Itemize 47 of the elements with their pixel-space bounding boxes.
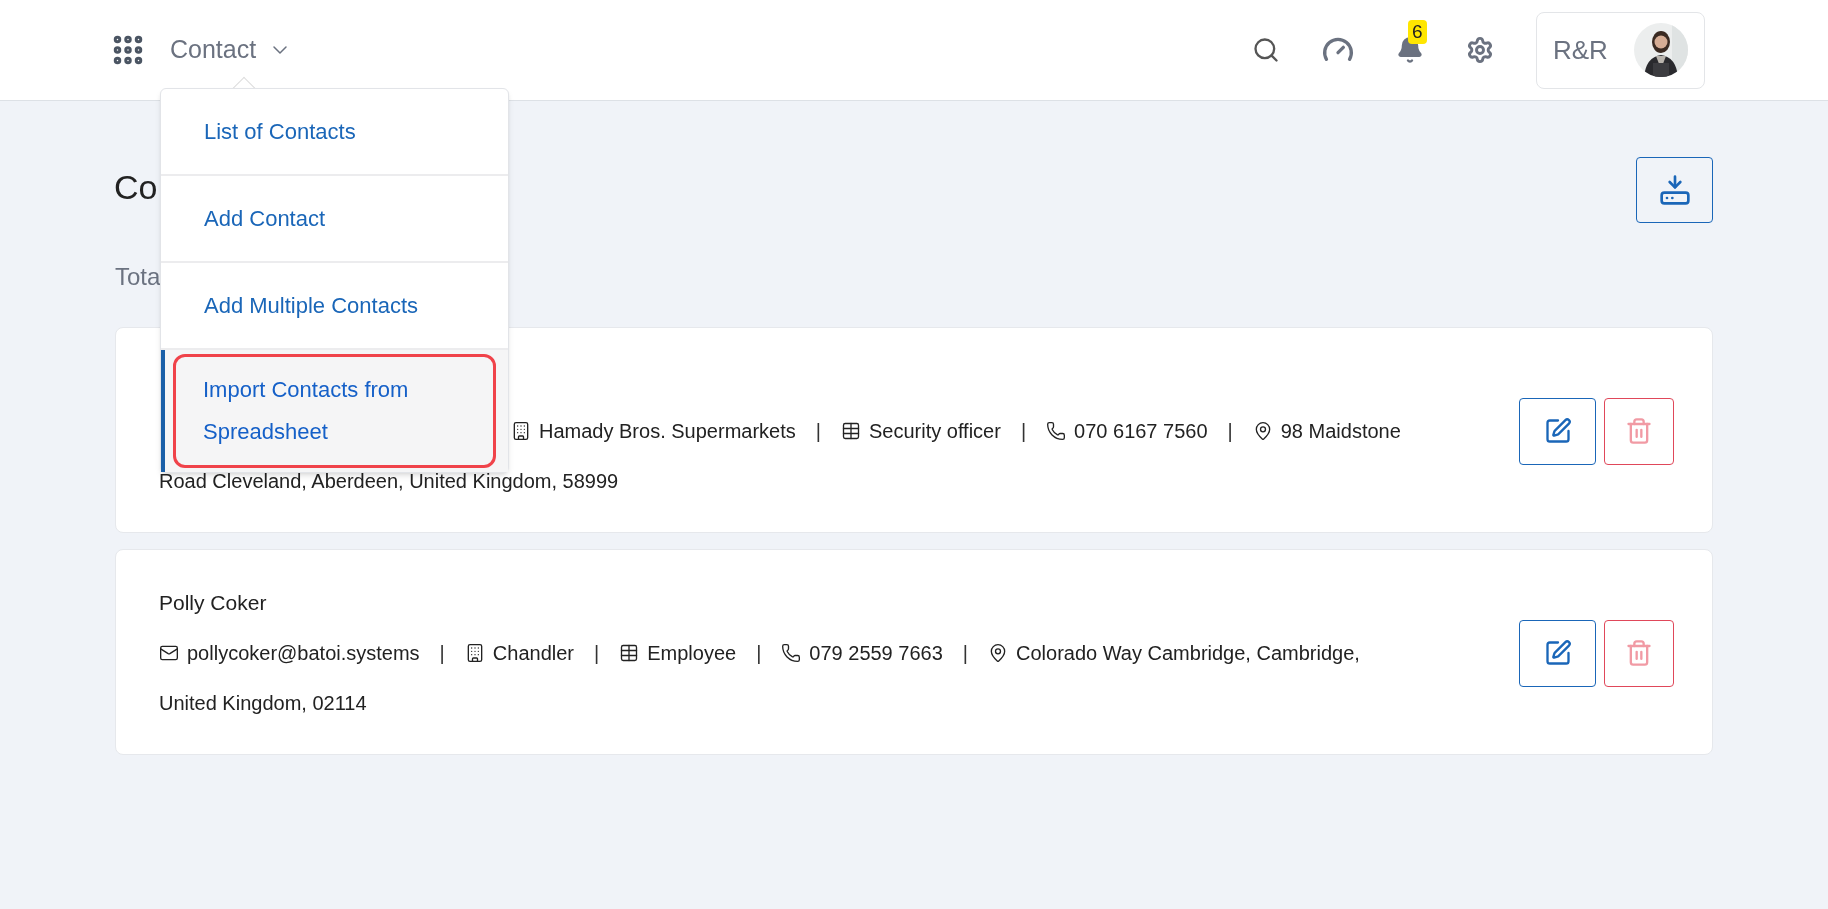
table-icon bbox=[619, 643, 640, 663]
contact-job: Security officer bbox=[868, 419, 1001, 444]
download-button[interactable] bbox=[1636, 157, 1713, 223]
separator: | bbox=[439, 641, 445, 666]
module-dropdown[interactable]: Contact bbox=[170, 31, 293, 69]
phone-icon bbox=[1046, 421, 1067, 441]
contact-phone: 070 6167 7560 bbox=[1074, 419, 1208, 444]
delete-button[interactable] bbox=[1604, 619, 1674, 687]
notification-badge: 6 bbox=[1408, 20, 1427, 44]
contact-address: 98 Maidstone bbox=[1280, 419, 1401, 444]
table-icon bbox=[840, 421, 861, 441]
contact-company: Chandler bbox=[492, 641, 574, 666]
contact-company: Hamady Bros. Supermarkets bbox=[539, 419, 796, 444]
contact-name: Polly Coker bbox=[159, 590, 267, 616]
total-count: Tota bbox=[115, 262, 162, 292]
search-icon[interactable] bbox=[1252, 36, 1280, 64]
separator: | bbox=[756, 641, 762, 666]
envelope-icon bbox=[159, 643, 179, 663]
menu-item[interactable]: Add Multiple Contacts bbox=[161, 263, 508, 348]
contact-email: pollycoker@batoi.systems bbox=[187, 641, 420, 666]
building-icon bbox=[511, 421, 531, 441]
separator: | bbox=[594, 641, 600, 666]
separator: | bbox=[1227, 419, 1233, 444]
contact-address: United Kingdom, 02114 bbox=[159, 691, 367, 716]
contact-job: Employee bbox=[647, 641, 737, 666]
contact-address: Road Cleveland, Aberdeen, United Kingdom, 58999 bbox=[159, 469, 619, 494]
menu-item[interactable]: Add Contact bbox=[161, 176, 508, 261]
edit-icon bbox=[1543, 639, 1572, 667]
menu-item[interactable]: Import Contacts from Spreadsheet bbox=[173, 354, 496, 468]
menu-item[interactable]: List of Contacts bbox=[161, 89, 508, 174]
edit-button[interactable] bbox=[1519, 619, 1596, 687]
contact-phone: 079 2559 7663 bbox=[809, 641, 943, 666]
download-icon bbox=[1658, 174, 1691, 206]
trash-icon bbox=[1625, 417, 1653, 445]
edit-icon bbox=[1543, 417, 1572, 445]
settings-icon[interactable] bbox=[1466, 36, 1494, 64]
user-menu[interactable]: R&R bbox=[1536, 11, 1705, 89]
map-pin-icon bbox=[988, 643, 1008, 663]
separator: | bbox=[1020, 419, 1027, 444]
contact-address: Colorado Way Cambridge, Cambridge, bbox=[1016, 641, 1360, 666]
trash-icon bbox=[1625, 639, 1653, 667]
phone-icon bbox=[781, 643, 802, 663]
separator: | bbox=[815, 419, 821, 444]
delete-button[interactable] bbox=[1604, 397, 1674, 465]
edit-button[interactable] bbox=[1519, 397, 1596, 465]
separator: | bbox=[962, 641, 968, 666]
page-title: Co bbox=[114, 166, 158, 208]
